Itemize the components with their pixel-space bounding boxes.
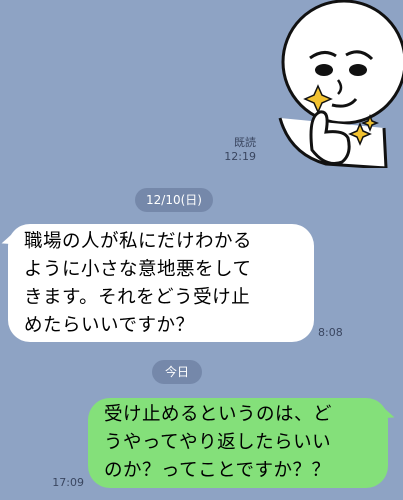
message-line: のか？ってことですか？？ [104,460,331,481]
bubble-tail [0,232,17,248]
read-status-label: 既読 [234,136,256,149]
date-separator: 今日 [152,360,202,384]
incoming-message-bubble[interactable]: 職場の人が私にだけわかる ように小さな意地悪をして きます。それをどう受け止 め… [0,224,314,342]
message-line: うやってやり返したらいい [104,432,332,453]
message-line: 受け止めるというのは、ど [104,404,333,425]
thumbs-up-sticker-icon[interactable] [258,0,403,168]
message-line: 職場の人が私にだけわかる [24,231,253,252]
message-time: 8:08 [318,326,343,339]
message-time: 12:19 [224,150,256,163]
bubble-tail [379,406,397,422]
message-time: 17:09 [52,476,84,489]
sticker-left-eye [315,64,333,76]
outgoing-message-bubble[interactable]: 受け止めるというのは、ど うやってやり返したらいい のか？ってことですか？？ [88,398,397,488]
message-line: ように小さな意地悪をして [24,259,252,280]
message-line: めたらいいですか？ [24,315,195,336]
sticker-right-eye [349,64,367,76]
date-separator: 12/10(日) [135,188,213,212]
message-line: きます。それをどう受け止 [24,287,251,308]
